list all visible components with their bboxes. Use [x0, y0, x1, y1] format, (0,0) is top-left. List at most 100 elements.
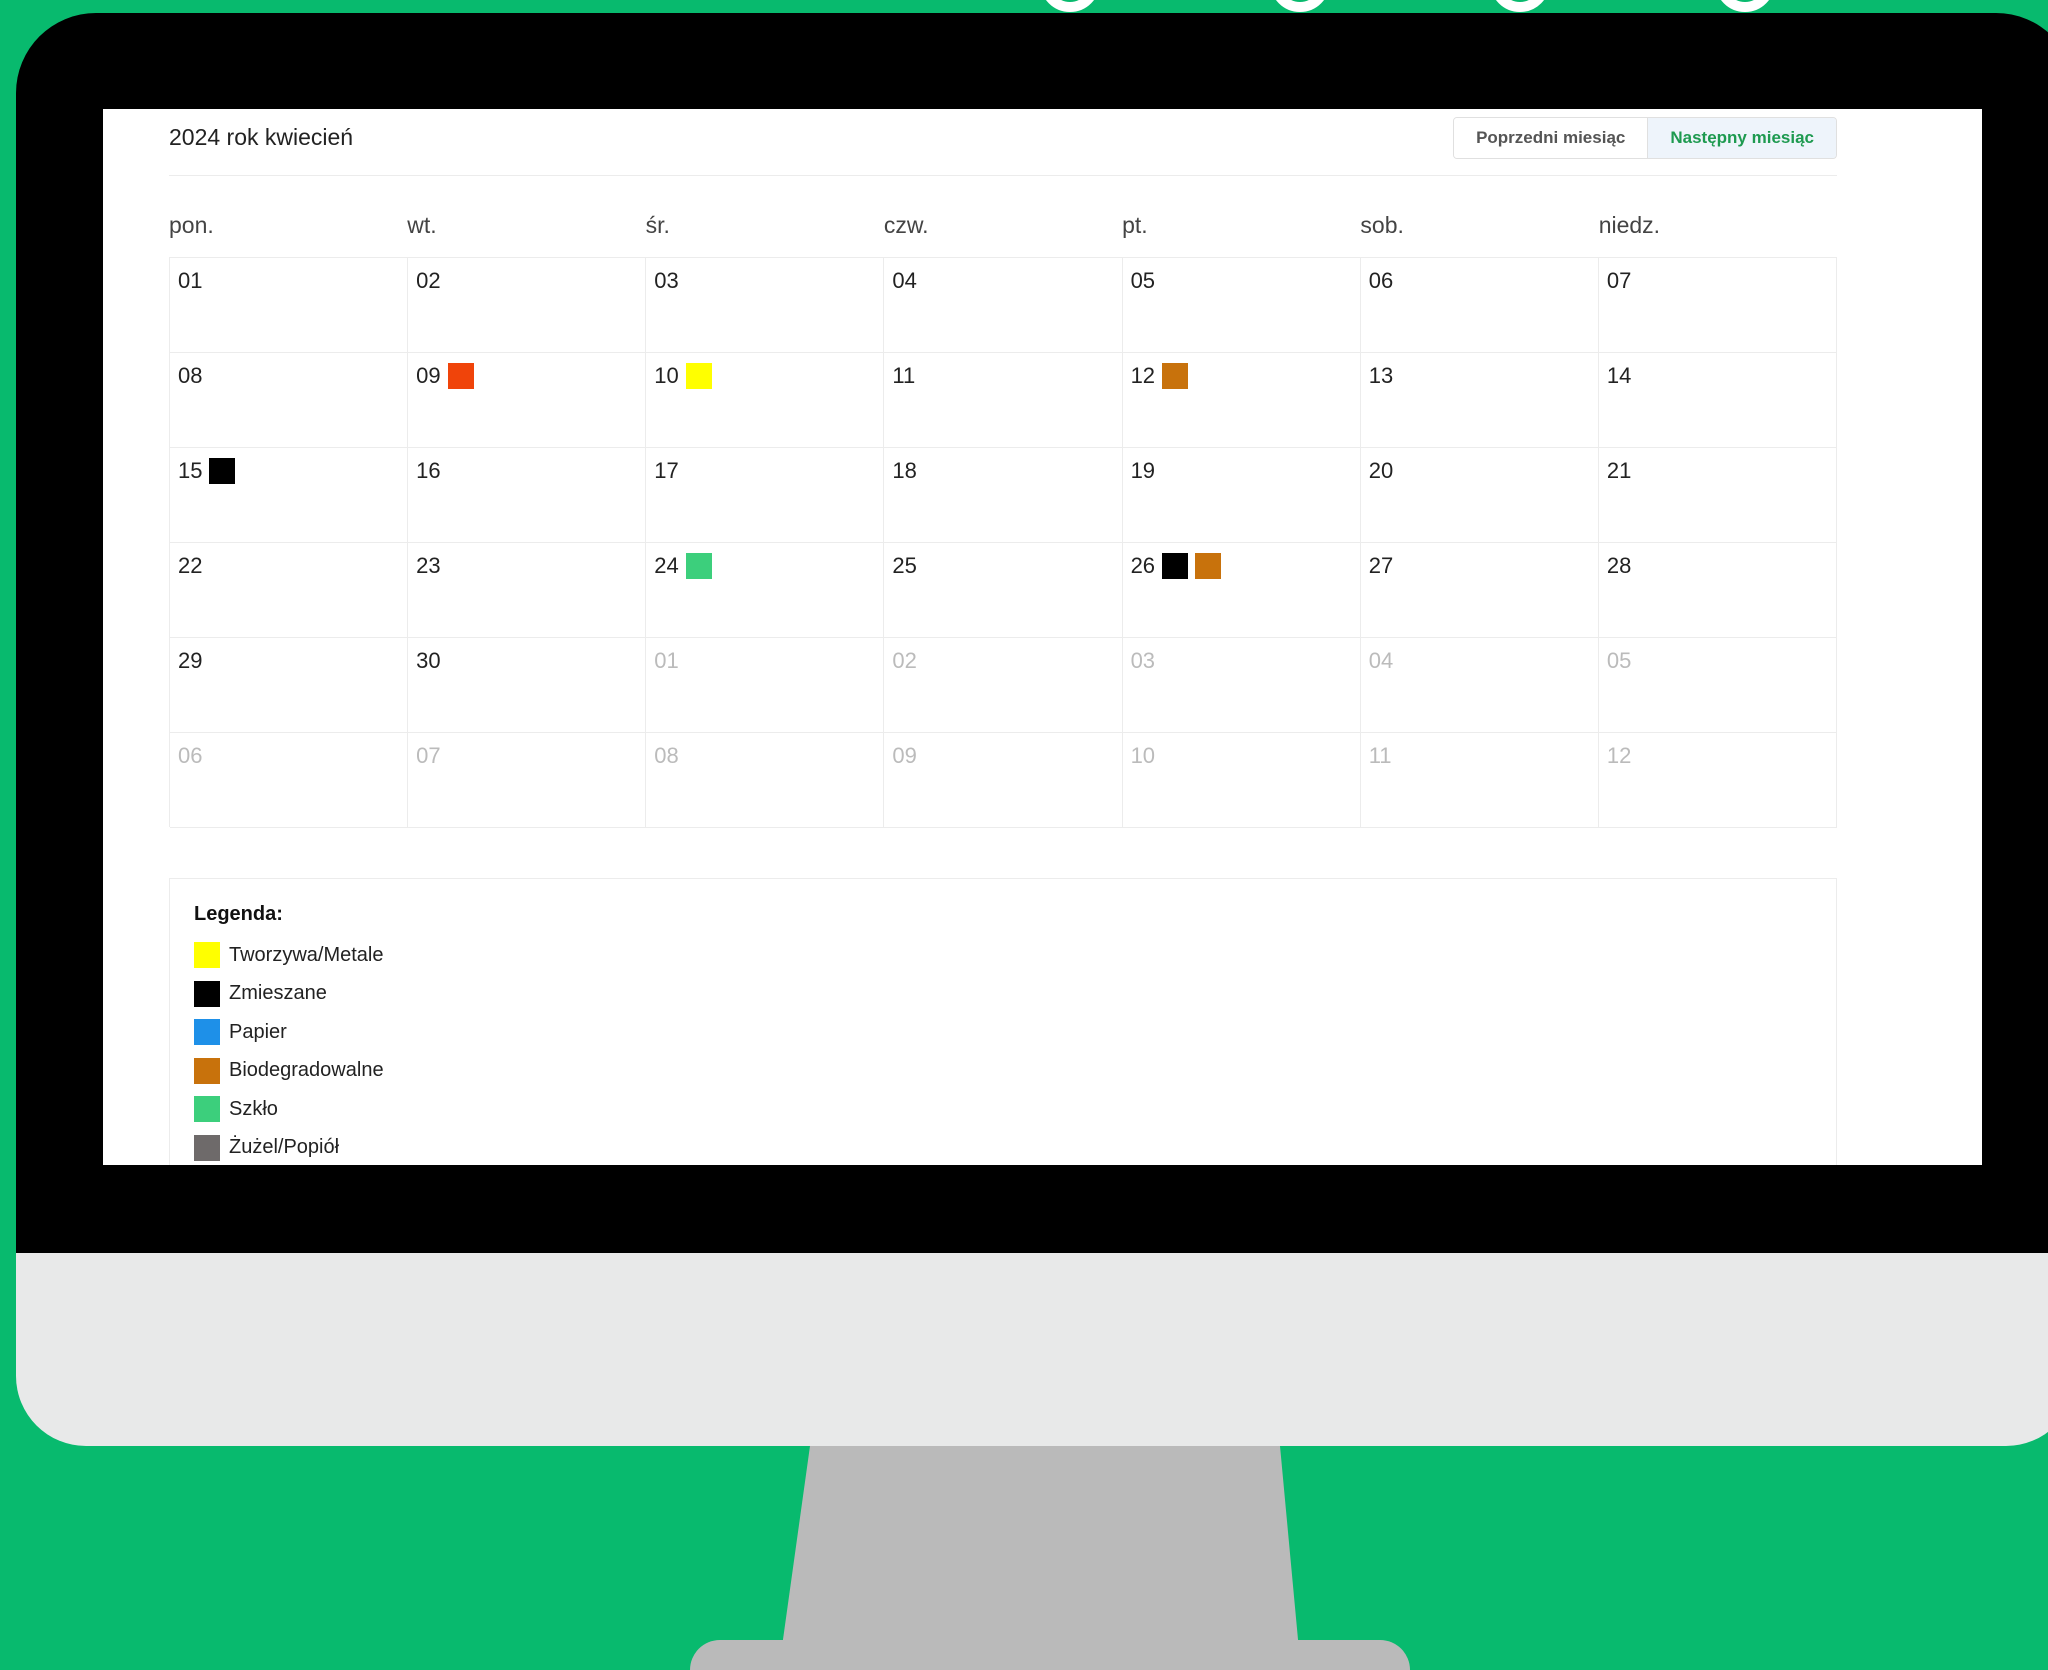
day-cell[interactable]: 05 — [1598, 638, 1837, 733]
collection-marker — [1195, 553, 1222, 579]
weekday-label: sob. — [1360, 212, 1404, 238]
day-cell[interactable]: 09 — [884, 733, 1123, 828]
day-number: 15 — [178, 458, 203, 483]
day-number: 14 — [1606, 363, 1632, 388]
day-cell[interactable]: 04 — [1360, 638, 1599, 733]
day-cell[interactable]: 09 — [408, 353, 647, 448]
day-number: 21 — [1606, 458, 1632, 483]
day-cell[interactable]: 25 — [884, 543, 1123, 638]
collection-marker — [685, 553, 712, 579]
day-number: 01 — [178, 268, 203, 293]
legend-swatch — [194, 980, 220, 1007]
day-cell[interactable]: 29 — [170, 638, 409, 733]
legend-item: Szkło — [194, 1090, 1812, 1129]
legend-label: Szkło — [229, 1097, 278, 1120]
day-cell[interactable]: 05 — [1122, 258, 1361, 353]
day-cell[interactable]: 20 — [1360, 448, 1599, 543]
day-number: 18 — [892, 458, 917, 483]
day-cell[interactable]: 22 — [170, 543, 409, 638]
legend-swatch — [194, 1096, 220, 1123]
day-cell[interactable]: 21 — [1598, 448, 1837, 543]
legend-label: Tworzywa/Metale — [229, 943, 384, 966]
day-number: 13 — [1368, 363, 1394, 388]
weekday-label: czw. — [883, 212, 929, 238]
day-number: 06 — [178, 743, 203, 768]
legend-swatch — [194, 1134, 220, 1161]
legend: Legenda: Tworzywa/Metale Zmieszane Papier B… — [169, 878, 1837, 1165]
day-number: 09 — [416, 363, 441, 388]
day-cell[interactable]: 10 — [646, 353, 885, 448]
day-cell[interactable]: 27 — [1360, 543, 1599, 638]
day-cell[interactable]: 08 — [646, 733, 885, 828]
previous-month-button[interactable]: Poprzedni miesiąc — [1454, 118, 1648, 158]
day-number: 27 — [1368, 553, 1394, 578]
decorative-ring-icon — [1490, 0, 1550, 12]
day-number: 10 — [1130, 743, 1156, 768]
day-cell[interactable]: 13 — [1360, 353, 1599, 448]
day-cell[interactable]: 26 — [1122, 543, 1361, 638]
next-month-button[interactable]: Następny miesiąc — [1647, 118, 1836, 158]
legend-item: Tworzywa/Metale — [194, 936, 1812, 975]
day-cell[interactable]: 06 — [1360, 258, 1599, 353]
day-cell[interactable]: 02 — [408, 258, 647, 353]
monitor-stand — [780, 1446, 1300, 1661]
day-cell[interactable]: 14 — [1598, 353, 1837, 448]
day-number: 12 — [1606, 743, 1632, 768]
day-number: 08 — [178, 363, 203, 388]
day-number: 20 — [1368, 458, 1394, 483]
day-cell[interactable]: 11 — [884, 353, 1123, 448]
day-cell[interactable]: 03 — [1122, 638, 1361, 733]
month-nav: Poprzedni miesiąc Następny miesiąc — [1453, 117, 1837, 159]
day-cell[interactable]: 03 — [646, 258, 885, 353]
day-cell[interactable]: 17 — [646, 448, 885, 543]
day-cell[interactable]: 23 — [408, 543, 647, 638]
day-cell[interactable]: 04 — [884, 258, 1123, 353]
day-number: 24 — [654, 553, 679, 578]
day-cell[interactable]: 10 — [1122, 733, 1361, 828]
collection-marker — [1162, 363, 1189, 389]
day-number: 28 — [1606, 553, 1632, 578]
monitor-chin — [16, 1253, 2048, 1446]
legend-swatch — [194, 1019, 220, 1046]
day-cell[interactable]: 28 — [1598, 543, 1837, 638]
screen: 2024 rok kwiecień Poprzedni miesiąc Nast… — [103, 109, 1982, 1165]
day-cell[interactable]: 07 — [408, 733, 647, 828]
day-number: 01 — [654, 648, 679, 673]
day-number: 02 — [416, 268, 441, 293]
day-cell[interactable]: 08 — [170, 353, 409, 448]
day-number: 07 — [416, 743, 441, 768]
day-cell[interactable]: 12 — [1122, 353, 1361, 448]
collection-marker — [209, 458, 236, 484]
day-number: 19 — [1130, 458, 1156, 483]
day-cell[interactable]: 16 — [408, 448, 647, 543]
weekday-label: śr. — [645, 212, 670, 238]
day-cell[interactable]: 01 — [646, 638, 885, 733]
legend-list: Tworzywa/Metale Zmieszane Papier Biodegrado… — [194, 936, 1812, 1165]
weekday-label: wt. — [407, 212, 437, 238]
weekday-label: pon. — [169, 212, 214, 238]
day-number: 10 — [654, 363, 679, 388]
day-number: 16 — [416, 458, 441, 483]
decorative-ring-icon — [1270, 0, 1330, 12]
day-cell[interactable]: 24 — [646, 543, 885, 638]
day-number: 03 — [1130, 648, 1156, 673]
day-cell[interactable]: 06 — [170, 733, 409, 828]
day-number: 11 — [892, 363, 916, 388]
day-cell[interactable]: 11 — [1360, 733, 1599, 828]
day-cell[interactable]: 19 — [1122, 448, 1361, 543]
legend-title: Legenda: — [194, 903, 283, 925]
legend-label: Zmieszane — [229, 982, 327, 1005]
day-cell[interactable]: 18 — [884, 448, 1123, 543]
day-cell[interactable]: 02 — [884, 638, 1123, 733]
day-cell[interactable]: 01 — [170, 258, 409, 353]
day-cell[interactable]: 15 — [170, 448, 409, 543]
day-cell[interactable]: 12 — [1598, 733, 1837, 828]
day-cell[interactable]: 07 — [1598, 258, 1837, 353]
day-number: 05 — [1130, 268, 1156, 293]
legend-label: Biodegradowalne — [229, 1059, 384, 1082]
day-number: 05 — [1606, 648, 1632, 673]
collection-marker — [685, 363, 712, 389]
day-number: 04 — [1368, 648, 1394, 673]
legend-label: Żużel/Popiół — [229, 1136, 340, 1159]
day-cell[interactable]: 30 — [408, 638, 647, 733]
